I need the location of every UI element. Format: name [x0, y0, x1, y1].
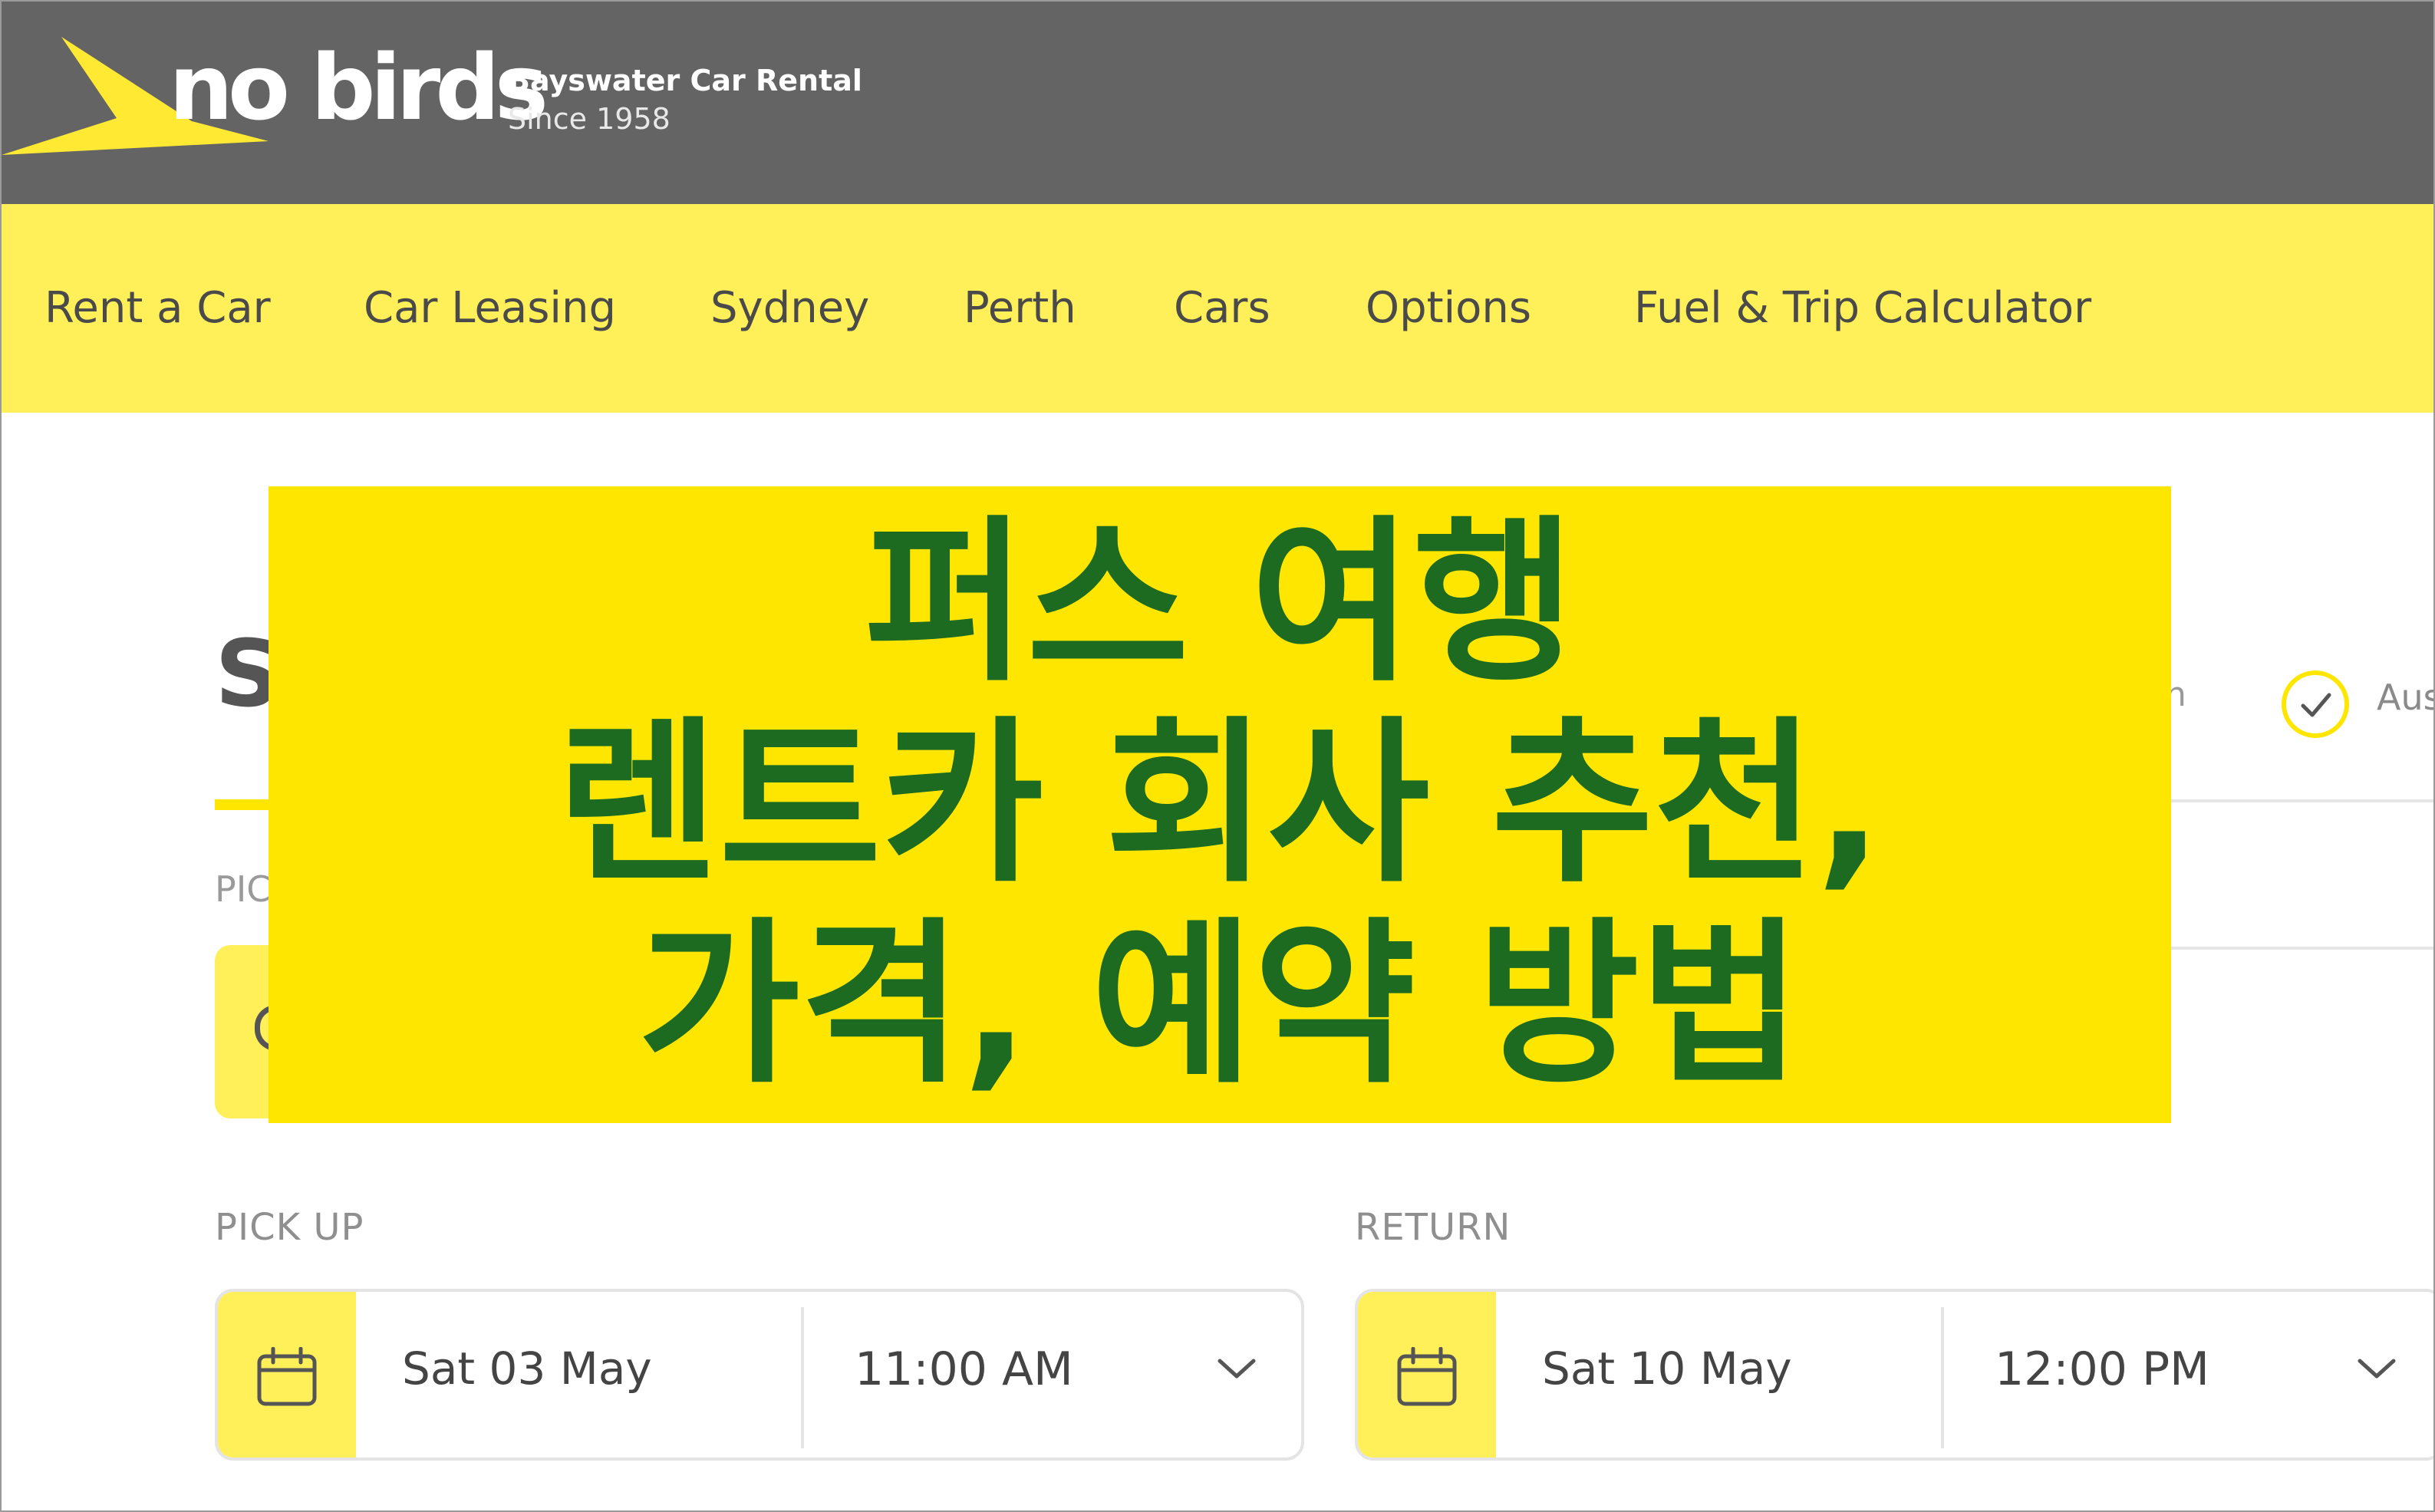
return-time-select[interactable]: 12:00 PM — [1995, 1342, 2209, 1396]
calendar-icon — [1397, 1347, 1457, 1406]
nav-item-fuel-trip-calculator[interactable]: Fuel & Trip Calculator — [1634, 278, 2091, 339]
pickup-time-select[interactable]: 11:00 AM — [855, 1342, 1073, 1396]
return-date-icon-box[interactable] — [1358, 1292, 1496, 1458]
chevron-down-icon[interactable] — [2355, 1353, 2398, 1384]
banner-line-3: 가격, 예약 방법 — [638, 903, 1802, 1108]
nav-item-cars[interactable]: Cars — [1174, 278, 1270, 339]
title-underline — [215, 799, 276, 810]
pickup-location-label: PIC — [215, 868, 272, 910]
nav-item-car-leasing[interactable]: Car Leasing — [364, 278, 616, 339]
return-label: RETURN — [1355, 1206, 1511, 1249]
tagline-since: Since 1958 — [508, 102, 671, 136]
chevron-down-icon[interactable] — [1215, 1353, 1258, 1384]
return-datetime-field[interactable]: Sat 10 May 12:00 PM — [1355, 1289, 2433, 1461]
banner-line-1: 퍼스 여행 — [864, 501, 1576, 706]
site-header: no birds Bayswater Car Rental Since 1958 — [2, 2, 2433, 204]
option-australia-label: Aus — [2377, 677, 2433, 718]
pickup-date[interactable]: Sat 03 May — [402, 1342, 652, 1395]
return-date[interactable]: Sat 10 May — [1542, 1342, 1792, 1395]
check-icon[interactable] — [2282, 670, 2349, 738]
page-frame: no birds Bayswater Car Rental Since 1958… — [0, 0, 2435, 1512]
divider — [801, 1307, 804, 1448]
divider — [2165, 947, 2433, 950]
pickup-datetime-field[interactable]: Sat 03 May 11:00 AM — [215, 1289, 1304, 1461]
title-banner: 퍼스 여행 렌트카 회사 추천, 가격, 예약 방법 — [269, 486, 2171, 1123]
nav-item-rent-a-car[interactable]: Rent a Car — [44, 278, 271, 339]
pickup-label: PICK UP — [215, 1206, 364, 1249]
main-nav: Rent a Car Car Leasing Sydney Perth Cars… — [2, 204, 2433, 413]
nav-item-perth[interactable]: Perth — [964, 278, 1076, 339]
calendar-icon — [257, 1347, 317, 1406]
nav-item-options[interactable]: Options — [1366, 278, 1531, 339]
logo-text[interactable]: no birds — [169, 34, 549, 141]
tagline: Bayswater Car Rental Since 1958 — [508, 61, 862, 138]
banner-line-2: 렌트카 회사 추천, — [556, 702, 1883, 907]
nav-item-sydney[interactable]: Sydney — [710, 278, 869, 339]
pickup-date-icon-box[interactable] — [218, 1292, 356, 1458]
divider — [2165, 799, 2433, 802]
tagline-name: Bayswater Car Rental — [508, 64, 862, 97]
divider — [1941, 1307, 1944, 1448]
